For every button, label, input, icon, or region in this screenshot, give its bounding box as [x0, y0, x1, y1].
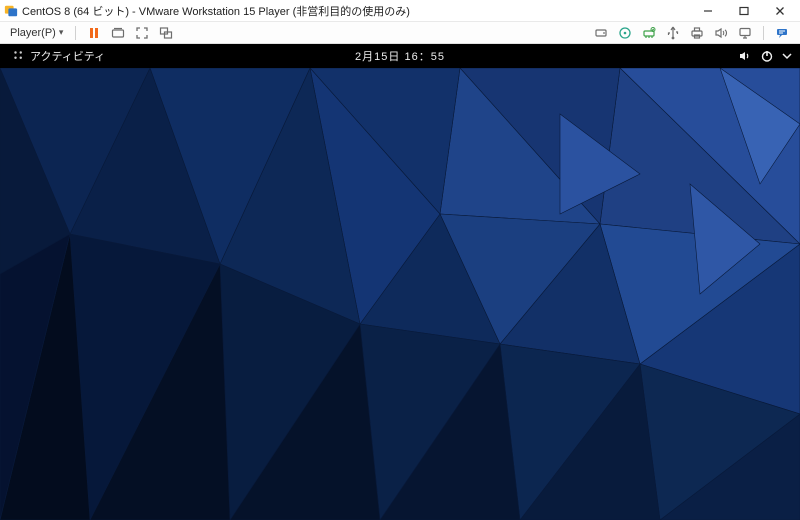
- network-adapter-icon[interactable]: [639, 25, 659, 41]
- toolbar-separator: [763, 26, 764, 40]
- pause-vm-button[interactable]: [84, 25, 104, 41]
- volume-icon: [738, 49, 752, 63]
- toolbar-separator: [75, 26, 76, 40]
- window-maximize-button[interactable]: [726, 0, 762, 21]
- player-menu[interactable]: Player(P) ▾: [4, 25, 69, 41]
- tools-message-icon[interactable]: [772, 25, 792, 41]
- activities-logo-icon: [12, 49, 26, 63]
- window-close-button[interactable]: [762, 0, 798, 21]
- sound-card-icon[interactable]: [711, 25, 731, 41]
- vmware-toolbar: Player(P) ▾: [0, 22, 800, 44]
- player-menu-label: Player(P): [10, 27, 56, 39]
- vmware-app-icon: [4, 4, 18, 18]
- activities-label: アクティビティ: [30, 48, 105, 64]
- cd-dvd-icon[interactable]: [615, 25, 635, 41]
- gnome-top-bar: アクティビティ 2月15日 16：55: [0, 44, 800, 68]
- fullscreen-button[interactable]: [132, 25, 152, 41]
- unity-mode-button[interactable]: [156, 25, 176, 41]
- send-ctrl-alt-del-button[interactable]: [108, 25, 128, 41]
- activities-button[interactable]: アクティビティ: [8, 46, 109, 66]
- window-title-text: CentOS 8 (64 ビット) - VMware Workstation 1…: [22, 3, 410, 19]
- display-icon[interactable]: [735, 25, 755, 41]
- dropdown-caret-icon: ▾: [59, 27, 64, 38]
- window-title-bar: CentOS 8 (64 ビット) - VMware Workstation 1…: [0, 0, 800, 22]
- hard-disk-icon[interactable]: [591, 25, 611, 41]
- vm-display[interactable]: アクティビティ 2月15日 16：55: [0, 44, 800, 520]
- chevron-down-icon: [782, 49, 792, 63]
- device-status-icons: [589, 25, 794, 41]
- desktop-wallpaper: [0, 68, 800, 520]
- gnome-clock[interactable]: 2月15日 16：55: [355, 48, 445, 64]
- window-controls: [690, 0, 798, 21]
- gnome-system-menu[interactable]: [738, 49, 792, 63]
- power-icon: [760, 49, 774, 63]
- window-minimize-button[interactable]: [690, 0, 726, 21]
- printer-icon[interactable]: [687, 25, 707, 41]
- usb-icon[interactable]: [663, 25, 683, 41]
